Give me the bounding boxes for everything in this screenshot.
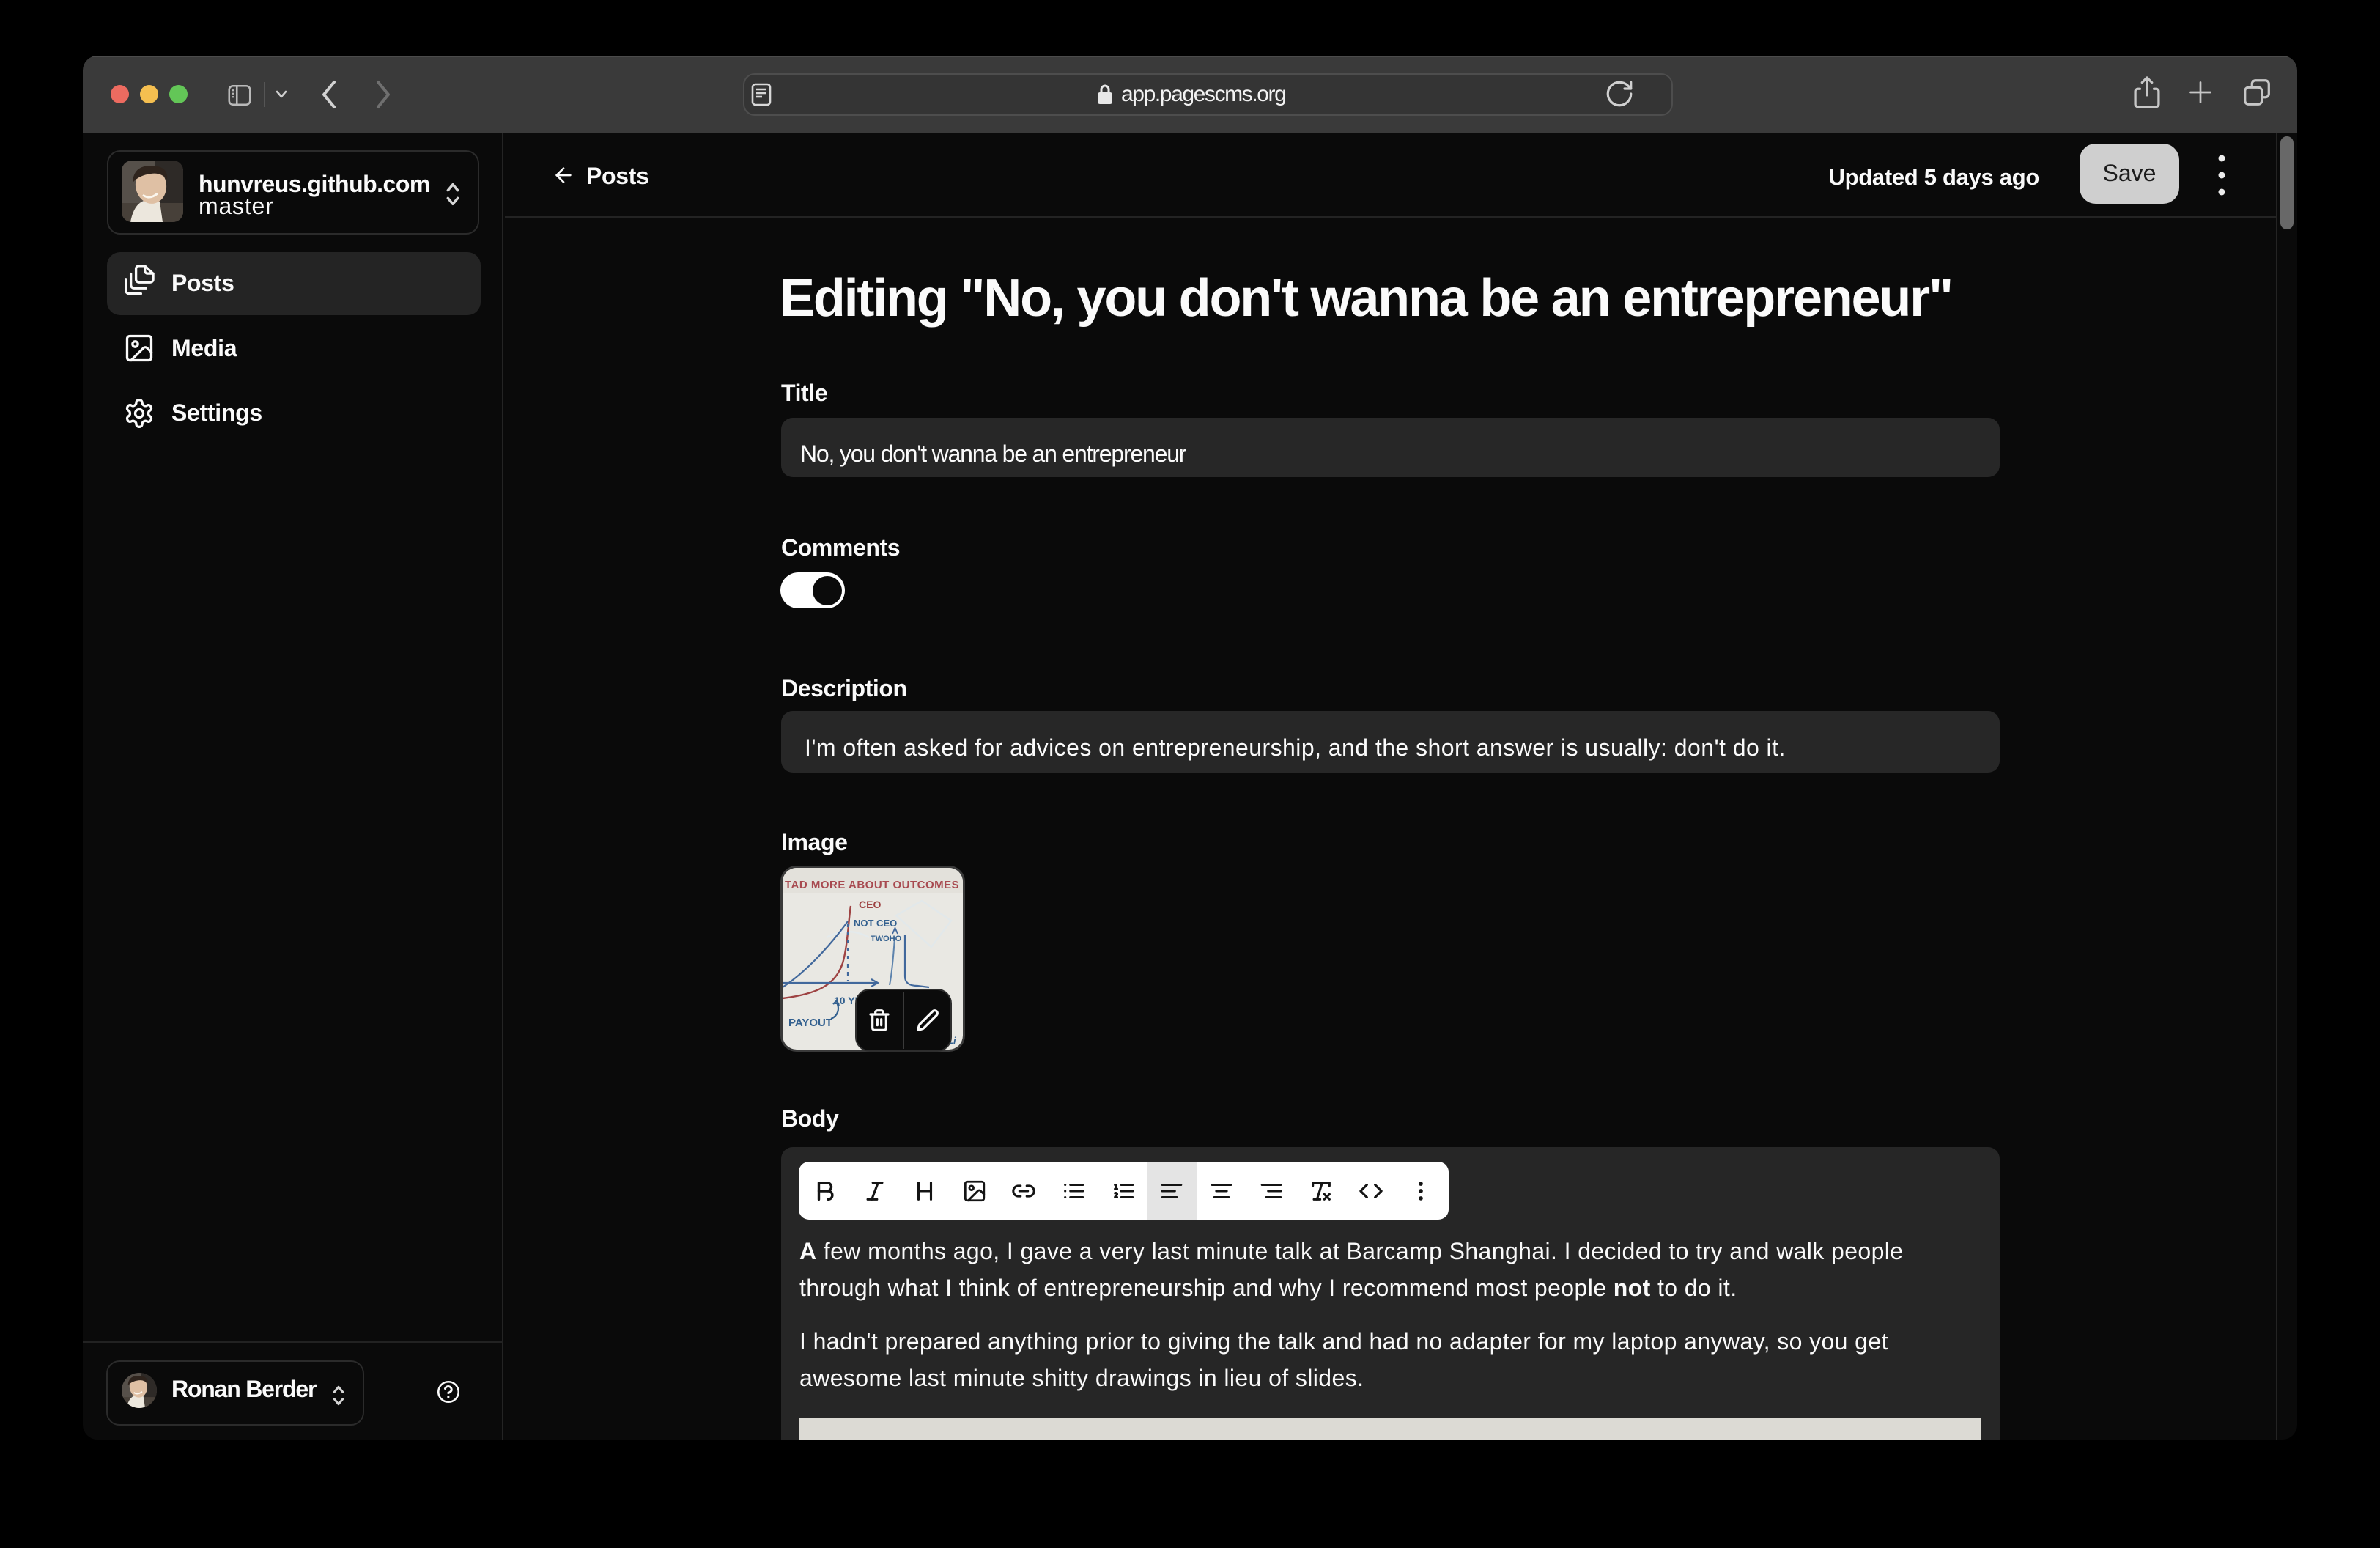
- svg-text:CEO: CEO: [859, 899, 881, 910]
- svg-text:NOT CEO: NOT CEO: [854, 918, 897, 929]
- svg-text:PAYOUT: PAYOUT: [788, 1017, 832, 1029]
- svg-text:TAD MORE ABOUT OUTCOMES: TAD MORE ABOUT OUTCOMES: [785, 879, 959, 891]
- svg-text:TWOHO: TWOHO: [871, 935, 902, 943]
